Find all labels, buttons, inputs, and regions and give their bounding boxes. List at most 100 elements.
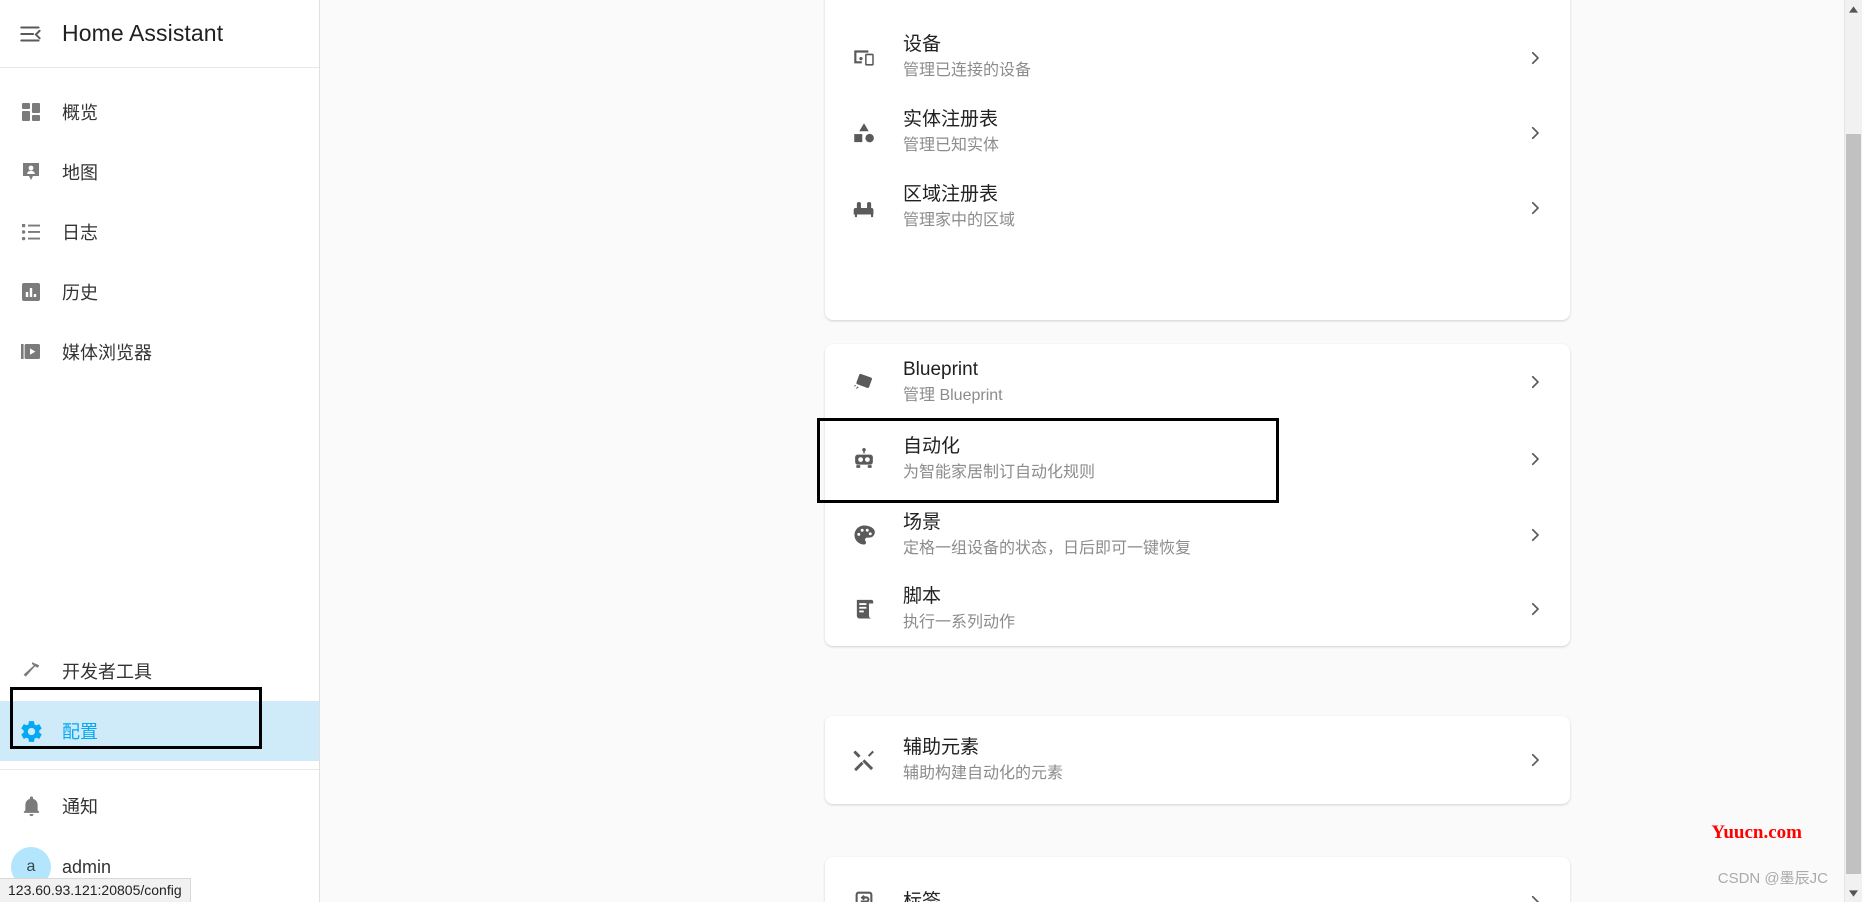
config-row-title: 脚本 (903, 585, 942, 607)
sidebar-header: Home Assistant (0, 0, 319, 68)
sidebar-item-label: 地图 (62, 163, 98, 183)
config-row-title: 场景 (903, 511, 942, 533)
history-chart-icon (0, 280, 62, 304)
content-area: 管理集成 (320, 0, 1862, 902)
sidebar-item-map[interactable]: 地图 (0, 142, 319, 202)
config-row-title: 辅助元素 (903, 736, 980, 758)
config-row-subtitle: 管理已连接的设备 (903, 62, 1032, 79)
sidebar-bottom-nav: 开发者工具 配置 通知 a admin (0, 641, 319, 902)
labels-card: 标签 (825, 857, 1570, 902)
config-row-entities[interactable]: 实体注册表 管理已知实体 (825, 95, 1570, 170)
config-row-devices[interactable]: 设备 管理已连接的设备 (825, 20, 1570, 95)
media-browser-icon (0, 340, 62, 364)
sidebar-item-label: 概览 (62, 103, 98, 123)
chevron-right-icon (1500, 751, 1570, 769)
config-row-labels[interactable]: 标签 (825, 857, 1570, 902)
config-sections: 管理集成 (320, 0, 1838, 902)
config-row-scene[interactable]: 场景 定格一组设备的状态，日后即可一键恢复 (825, 498, 1570, 572)
chevron-right-icon (1500, 526, 1570, 544)
robot-icon (825, 445, 903, 473)
user-name-label: admin (62, 856, 112, 877)
config-row-areas[interactable]: 区域注册表 管理家中的区域 (825, 170, 1570, 245)
home-assistant-window: Home Assistant 概览 地图 日志 历史 媒体浏览器 开发者工具 配… (0, 0, 1862, 902)
config-row-title: 区域注册表 (903, 184, 999, 205)
config-row-text: 区域注册表 管理家中的区域 (903, 182, 1500, 233)
sidebar-item-config[interactable]: 配置 (0, 701, 319, 761)
config-row-subtitle: 管理家中的区域 (903, 212, 1016, 229)
helpers-card: 辅助元素 辅助构建自动化的元素 (825, 716, 1570, 804)
scrollbar-thumb[interactable] (1846, 134, 1861, 874)
config-row-title: 标签 (903, 890, 942, 902)
config-row-title: Blueprint (903, 358, 978, 380)
menu-collapse-icon[interactable] (0, 21, 62, 47)
status-bar-url: 123.60.93.121:20805/config (0, 878, 191, 902)
chevron-right-icon (1500, 893, 1570, 902)
sidebar-item-label: 配置 (62, 722, 98, 742)
sofa-areas-icon (825, 195, 903, 221)
app-title: Home Assistant (62, 20, 224, 46)
sidebar-item-logbook[interactable]: 日志 (0, 202, 319, 262)
config-row-automation[interactable]: 自动化 为智能家居制订自动化规则 (817, 418, 1570, 503)
sidebar-item-notifications[interactable]: 通知 (0, 776, 319, 836)
chevron-right-icon (1500, 373, 1570, 391)
config-row-subtitle: 执行一系列动作 (903, 613, 1016, 631)
chevron-right-icon (1500, 49, 1570, 67)
automations-card: Blueprint 管理 Blueprint 自动化 为智能家居制订自动化规则 … (817, 344, 1570, 646)
sidebar-item-label: 媒体浏览器 (62, 343, 152, 363)
config-row-text: 自动化 为智能家居制订自动化规则 (903, 434, 1500, 485)
tools-icon (825, 747, 903, 773)
gear-icon (0, 719, 62, 744)
config-row-text: 实体注册表 管理已知实体 (903, 107, 1500, 158)
config-row-helpers[interactable]: 辅助元素 辅助构建自动化的元素 (825, 716, 1570, 804)
sidebar-item-label: 通知 (62, 797, 98, 817)
logbook-list-icon (0, 220, 62, 244)
config-row-text: 脚本 执行一系列动作 (903, 584, 1500, 635)
sidebar-item-history[interactable]: 历史 (0, 262, 319, 322)
hammer-icon (0, 659, 62, 683)
scroll-up-arrow-icon[interactable] (1845, 0, 1862, 18)
bell-icon (0, 795, 62, 818)
vertical-scrollbar[interactable] (1844, 0, 1862, 902)
config-row-subtitle: 辅助构建自动化的元素 (903, 764, 1064, 782)
config-row-subtitle: 定格一组设备的状态，日后即可一键恢复 (903, 539, 1192, 557)
sidebar-item-label: 开发者工具 (62, 662, 152, 682)
sidebar-item-label: 历史 (62, 283, 98, 303)
config-row-title: 实体注册表 (903, 109, 999, 130)
dashboard-icon (0, 100, 62, 124)
config-row-subtitle: 管理 Blueprint (903, 386, 1003, 404)
palette-icon (825, 522, 903, 548)
config-row-subtitle: 为智能家居制订自动化规则 (903, 463, 1096, 481)
integrations-card: 管理集成 (825, 0, 1570, 320)
entities-shapes-icon (825, 120, 903, 146)
sidebar-item-developer-tools[interactable]: 开发者工具 (0, 641, 319, 701)
sidebar-divider (0, 769, 319, 770)
config-row-text: 标签 (903, 889, 1500, 902)
blueprint-icon (825, 369, 903, 395)
chevron-right-icon (1500, 199, 1570, 217)
config-row-text: 辅助元素 辅助构建自动化的元素 (903, 735, 1500, 786)
chevron-right-icon (1500, 450, 1570, 468)
label-tag-icon (825, 889, 903, 902)
sidebar-main-nav: 概览 地图 日志 历史 媒体浏览器 (0, 68, 319, 382)
sidebar-item-media-browser[interactable]: 媒体浏览器 (0, 322, 319, 382)
scroll-down-arrow-icon[interactable] (1845, 884, 1862, 902)
devices-icon (825, 45, 903, 71)
config-row-script[interactable]: 脚本 执行一系列动作 (825, 572, 1570, 646)
chevron-right-icon (1500, 124, 1570, 142)
config-row-integrations[interactable]: 管理集成 (825, 0, 1570, 20)
sidebar-item-overview[interactable]: 概览 (0, 82, 319, 142)
map-marker-icon (0, 160, 62, 184)
config-row-subtitle: 管理已知实体 (903, 137, 1000, 154)
config-row-blueprint[interactable]: Blueprint 管理 Blueprint (825, 344, 1570, 420)
watermark-primary: Yuucn.com (1711, 822, 1802, 843)
chevron-right-icon (1500, 600, 1570, 618)
config-row-title: 自动化 (903, 435, 961, 457)
config-row-text: Blueprint 管理 Blueprint (903, 357, 1500, 408)
watermark-secondary: CSDN @墨辰JC (1717, 870, 1828, 887)
sidebar-item-config-wrapper: 配置 (0, 687, 319, 761)
script-icon (825, 596, 903, 622)
sidebar-item-label: 日志 (62, 223, 98, 243)
config-row-text: 设备 管理已连接的设备 (903, 32, 1500, 83)
config-row-title: 设备 (903, 34, 942, 55)
